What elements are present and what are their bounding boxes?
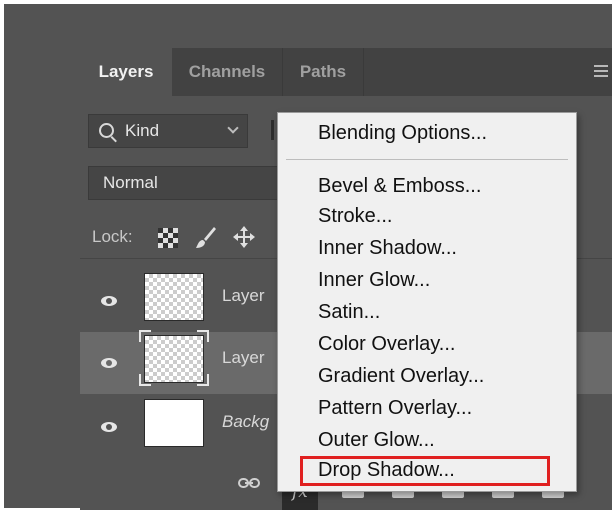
tab-channels[interactable]: Channels [172, 48, 282, 96]
link-layers-icon[interactable] [238, 478, 260, 488]
layer-thumbnail [144, 273, 204, 321]
chevron-down-icon [227, 122, 239, 134]
blend-mode-dropdown[interactable]: Normal [88, 166, 288, 200]
drop-shadow-highlight-box [300, 456, 550, 486]
layer-name: Backg [222, 412, 270, 431]
eye-icon[interactable] [100, 354, 118, 372]
eye-icon[interactable] [100, 418, 118, 436]
lock-image-pixels-icon[interactable] [194, 224, 218, 250]
blend-mode-value: Normal [103, 173, 158, 192]
filter-toggle[interactable] [271, 120, 274, 140]
lock-label: Lock: [92, 227, 133, 246]
layer-style-context-menu: Blending Options... Bevel & Emboss... St… [277, 112, 577, 492]
menu-item-bevel-emboss[interactable]: Bevel & Emboss... [318, 172, 481, 200]
menu-item-outer-glow[interactable]: Outer Glow... [318, 426, 435, 454]
top-dock [80, 4, 612, 44]
layer-name: Layer [222, 286, 265, 305]
menu-item-inner-shadow[interactable]: Inner Shadow... [318, 234, 457, 262]
lock-position-icon[interactable] [232, 224, 256, 250]
filter-kind-dropdown[interactable]: Kind [88, 114, 248, 148]
layer-thumbnail [144, 399, 204, 447]
menu-separator [286, 159, 568, 160]
menu-item-stroke[interactable]: Stroke... [318, 202, 392, 230]
panel-tab-bar: Layers Channels Paths [80, 48, 612, 96]
menu-item-pattern-overlay[interactable]: Pattern Overlay... [318, 394, 472, 422]
menu-item-blending-options[interactable]: Blending Options... [318, 119, 487, 147]
menu-item-satin[interactable]: Satin... [318, 298, 380, 326]
panel-menu-icon[interactable] [594, 65, 608, 80]
menu-item-color-overlay[interactable]: Color Overlay... [318, 330, 455, 358]
lock-transparent-pixels-icon[interactable] [156, 224, 180, 250]
tab-paths[interactable]: Paths [283, 48, 363, 96]
tab-divider [363, 48, 364, 96]
left-dock [4, 4, 80, 508]
search-icon [99, 123, 114, 138]
tab-layers[interactable]: Layers [80, 48, 172, 96]
menu-item-inner-glow[interactable]: Inner Glow... [318, 266, 430, 294]
eye-icon[interactable] [100, 292, 118, 310]
filter-kind-label: Kind [125, 121, 160, 140]
layer-name: Layer [222, 348, 265, 367]
menu-item-gradient-overlay[interactable]: Gradient Overlay... [318, 362, 484, 390]
thumbnail-selection-frame [139, 330, 209, 386]
